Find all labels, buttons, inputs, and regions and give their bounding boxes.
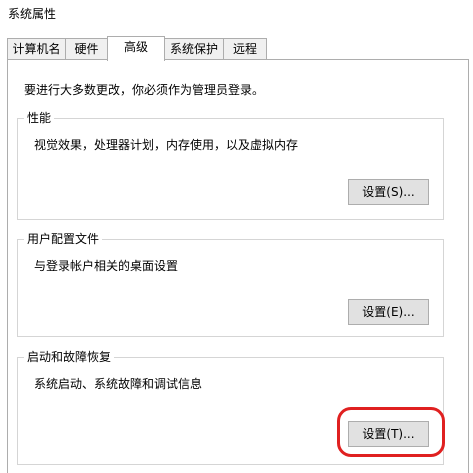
tab-strip: 计算机名 硬件 高级 系统保护 远程 bbox=[0, 36, 473, 61]
startup-recovery-group: 启动和故障恢复 系统启动、系统故障和调试信息 设置(T)... bbox=[17, 349, 444, 465]
title-bar[interactable]: 系统属性 bbox=[0, 0, 473, 28]
performance-settings-button[interactable]: 设置(S)... bbox=[348, 179, 429, 205]
user-profiles-group-title: 用户配置文件 bbox=[24, 231, 103, 247]
user-profiles-settings-button[interactable]: 设置(E)... bbox=[348, 299, 429, 325]
user-profiles-group: 用户配置文件 与登录帐户相关的桌面设置 设置(E)... bbox=[17, 231, 444, 337]
window-title: 系统属性 bbox=[8, 7, 57, 21]
admin-note: 要进行大多数更改，你必须作为管理员登录。 bbox=[24, 83, 265, 97]
tab-remote[interactable]: 远程 bbox=[223, 38, 267, 59]
startup-recovery-settings-button[interactable]: 设置(T)... bbox=[348, 421, 429, 447]
performance-description: 视觉效果，处理器计划，内存使用，以及虚拟内存 bbox=[34, 138, 299, 152]
startup-recovery-group-title: 启动和故障恢复 bbox=[24, 349, 115, 365]
user-profiles-description: 与登录帐户相关的桌面设置 bbox=[34, 259, 179, 273]
performance-group-title: 性能 bbox=[24, 110, 55, 126]
tab-computer-name[interactable]: 计算机名 bbox=[7, 38, 66, 59]
tab-advanced[interactable]: 高级 bbox=[107, 36, 165, 61]
system-properties-window: 系统属性 计算机名 硬件 高级 系统保护 远程 要进行大多数更改，你必须作为管理… bbox=[0, 0, 473, 473]
tab-hardware[interactable]: 硬件 bbox=[65, 38, 108, 59]
startup-recovery-description: 系统启动、系统故障和调试信息 bbox=[34, 377, 203, 391]
tab-system-protection[interactable]: 系统保护 bbox=[164, 38, 224, 59]
performance-group: 性能 视觉效果，处理器计划，内存使用，以及虚拟内存 设置(S)... bbox=[17, 110, 444, 220]
